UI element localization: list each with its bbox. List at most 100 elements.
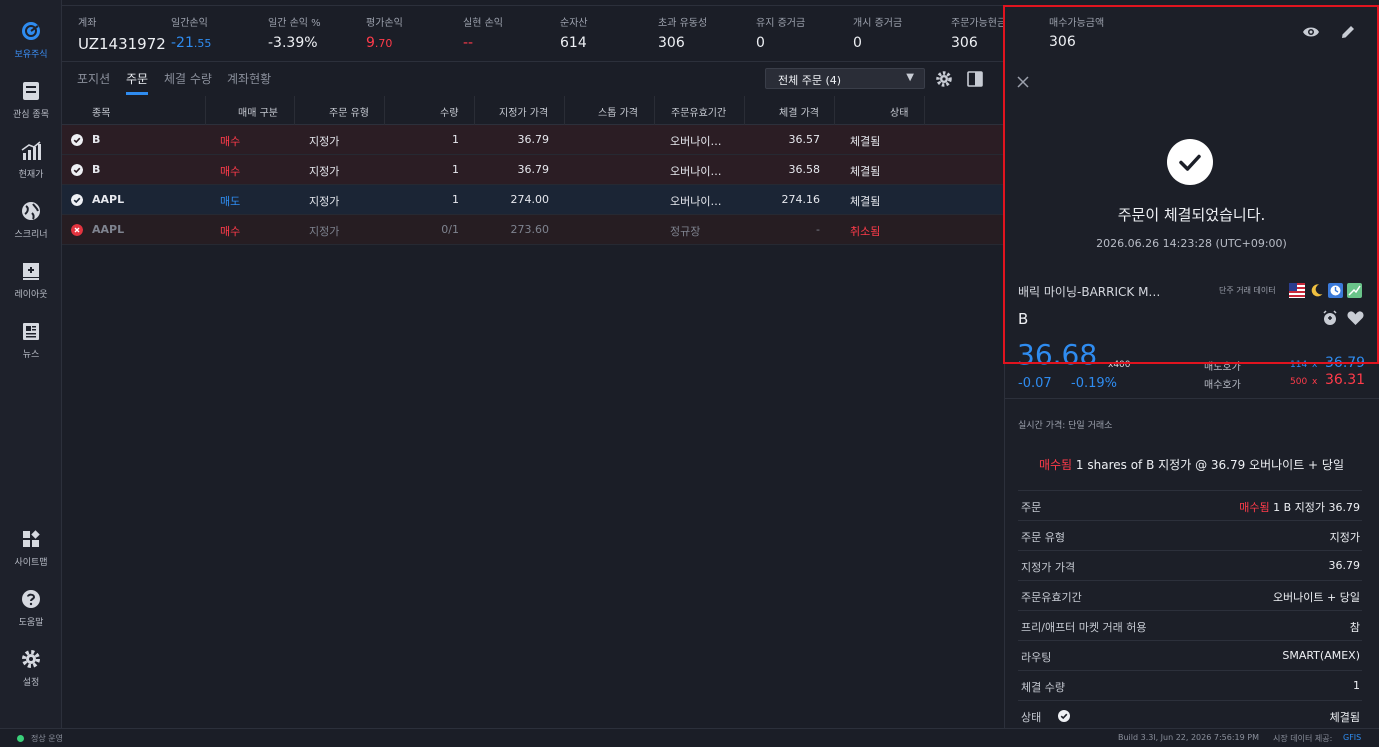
detail-value-action: 매수됨	[1239, 501, 1270, 514]
help-icon	[22, 590, 40, 608]
ask-label: 매도호가	[1204, 362, 1241, 373]
account-summary-bar: 계좌 UZ1431972 일간손익 -21.55 일간 손익 % -3.39% …	[62, 6, 1007, 62]
nav-news[interactable]: 뉴스	[0, 312, 62, 368]
header-fill-price[interactable]: 체결 가격	[779, 104, 819, 119]
stat-label: 평가손익	[366, 18, 403, 29]
cell-side: 매도	[220, 195, 241, 208]
build-info: Build 3.3l, Jun 22, 2026 7:56:19 PM	[1118, 733, 1259, 742]
stat-label: 주문가능현금	[951, 18, 1007, 29]
header-symbol[interactable]: 종목	[92, 104, 110, 119]
header-side[interactable]: 매매 구분	[238, 104, 278, 119]
nav-help-label: 도움말	[18, 618, 44, 628]
header-status[interactable]: 상태	[890, 104, 908, 119]
ask-x: x	[1312, 360, 1318, 370]
moon-icon	[1311, 284, 1323, 297]
stat-dec: .70	[374, 37, 393, 50]
detail-row-routing: 라우팅 SMART(AMEX)	[1018, 640, 1362, 670]
settings-icon	[22, 650, 40, 668]
confirm-timestamp: 2026.06.26 14:23:28 (UTC+09:00)	[1096, 237, 1287, 250]
table-row[interactable]: AAPL 매도 지정가 1 274.00 오버나이… 274.16 체결됨	[62, 185, 1004, 215]
nav-help[interactable]: 도움말	[0, 580, 62, 636]
header-stop-price[interactable]: 스톱 가격	[598, 104, 638, 119]
cell-fill-price: 274.16	[781, 193, 821, 206]
check-circle-icon	[71, 164, 83, 176]
tab-orders[interactable]: 주문	[126, 70, 149, 95]
tab-account-status[interactable]: 계좌현황	[227, 70, 271, 87]
heart-icon[interactable]	[1347, 310, 1364, 326]
cell-order-type: 지정가	[309, 135, 340, 148]
detail-label: 주문유효기간	[1021, 591, 1082, 604]
cell-symbol: AAPL	[92, 223, 125, 236]
cell-time-in-force: 오버나이…	[670, 135, 722, 148]
stat-value: 306	[951, 35, 978, 51]
nav-news-label: 뉴스	[22, 350, 40, 360]
sitemap-icon	[23, 530, 40, 547]
cell-time-in-force: 오버나이…	[670, 165, 722, 178]
edit-pencil-icon[interactable]	[1340, 24, 1356, 40]
account-id-label: 계좌	[78, 18, 97, 29]
clock-icon	[1328, 283, 1343, 298]
stat-int: -21	[171, 35, 194, 51]
stat-value: 614	[560, 35, 587, 51]
header-limit-price[interactable]: 지정가 가격	[499, 104, 548, 119]
nav-watchlist[interactable]: 관심 종목	[0, 72, 62, 128]
table-row[interactable]: AAPL 매수 지정가 0/1 273.60 정규장 - 취소됨	[62, 215, 1004, 245]
detail-label: 주문 유형	[1021, 531, 1065, 544]
cell-limit-price: 36.79	[517, 163, 550, 176]
price-multiplier: x400	[1108, 360, 1131, 370]
account-id[interactable]: 계좌 UZ1431972	[78, 14, 166, 53]
cell-quantity: 0/1	[441, 223, 459, 236]
stat-daily-pnl-pct: 일간 손익 % -3.39%	[268, 14, 321, 51]
header-time-in-force[interactable]: 주문유효기간	[671, 104, 726, 119]
stat-value: 9.70	[366, 35, 403, 51]
detail-row-status: 상태 체결됨	[1018, 700, 1362, 730]
header-order-type[interactable]: 주문 유형	[329, 104, 369, 119]
ask-size: 114	[1290, 360, 1308, 370]
nav-layout[interactable]: 레이아웃	[0, 252, 62, 308]
alarm-icon[interactable]	[1322, 310, 1338, 326]
cell-quantity: 1	[452, 193, 459, 206]
cell-side: 매수	[220, 165, 241, 178]
order-summary-action: 매수됨	[1038, 458, 1073, 472]
nav-holdings[interactable]: 보유주식	[0, 12, 62, 68]
close-icon[interactable]	[1016, 75, 1030, 89]
nav-screener[interactable]: 스크리너	[0, 192, 62, 248]
nav-sitemap[interactable]: 사이트맵	[0, 520, 62, 576]
nav-settings[interactable]: 설정	[0, 640, 62, 696]
eye-icon[interactable]	[1302, 25, 1320, 39]
cell-limit-price: 273.60	[510, 223, 550, 236]
stat-label: 개시 증거금	[853, 18, 903, 29]
cell-symbol: AAPL	[92, 193, 125, 206]
detail-value: 지정가	[1329, 531, 1360, 544]
instrument-name[interactable]: 배릭 마이닝-BARRICK M…	[1018, 283, 1160, 300]
check-circle-icon	[71, 194, 83, 206]
order-filter-dropdown[interactable]: 전체 주문 (4) ▼	[765, 68, 925, 89]
cell-fill-price: 36.57	[788, 133, 821, 146]
chart-trend-icon	[1347, 283, 1362, 298]
cell-fill-price: 36.58	[788, 163, 821, 176]
tab-executions[interactable]: 체결 수량	[164, 70, 212, 87]
side-panel-toggle-icon[interactable]	[966, 70, 984, 88]
stat-label: 실현 손익	[463, 18, 503, 29]
tab-positions[interactable]: 포지션	[77, 70, 110, 87]
table-row[interactable]: B 매수 지정가 1 36.79 오버나이… 36.57 체결됨	[62, 125, 1004, 155]
nav-holdings-label: 보유주식	[14, 50, 48, 60]
data-provider-link[interactable]: GFIS	[1343, 733, 1361, 742]
detail-value: 매수됨 1 B 지정가 36.79	[1239, 499, 1360, 515]
detail-value-text: 1 B 지정가 36.79	[1273, 501, 1360, 514]
gear-icon[interactable]	[935, 70, 953, 88]
table-header: 종목 매매 구분 주문 유형 수량 지정가 가격 스톱 가격 주문유효기간 체결…	[62, 96, 1004, 125]
table-row[interactable]: B 매수 지정가 1 36.79 오버나이… 36.58 체결됨	[62, 155, 1004, 185]
detail-value: 참	[1349, 621, 1360, 634]
header-quantity[interactable]: 수량	[440, 104, 458, 119]
cell-limit-price: 36.79	[517, 133, 550, 146]
detail-label: 체결 수량	[1021, 681, 1065, 694]
nav-layout-label: 레이아웃	[14, 290, 48, 300]
success-check-icon	[1167, 139, 1213, 185]
nav-quote[interactable]: 현재가	[0, 132, 62, 188]
stat-value: 0	[853, 35, 862, 51]
bid-price: 36.31	[1325, 372, 1366, 388]
stat-label: 일간손익	[171, 18, 208, 29]
cell-order-type: 지정가	[309, 165, 340, 178]
watchlist-icon	[23, 82, 39, 100]
